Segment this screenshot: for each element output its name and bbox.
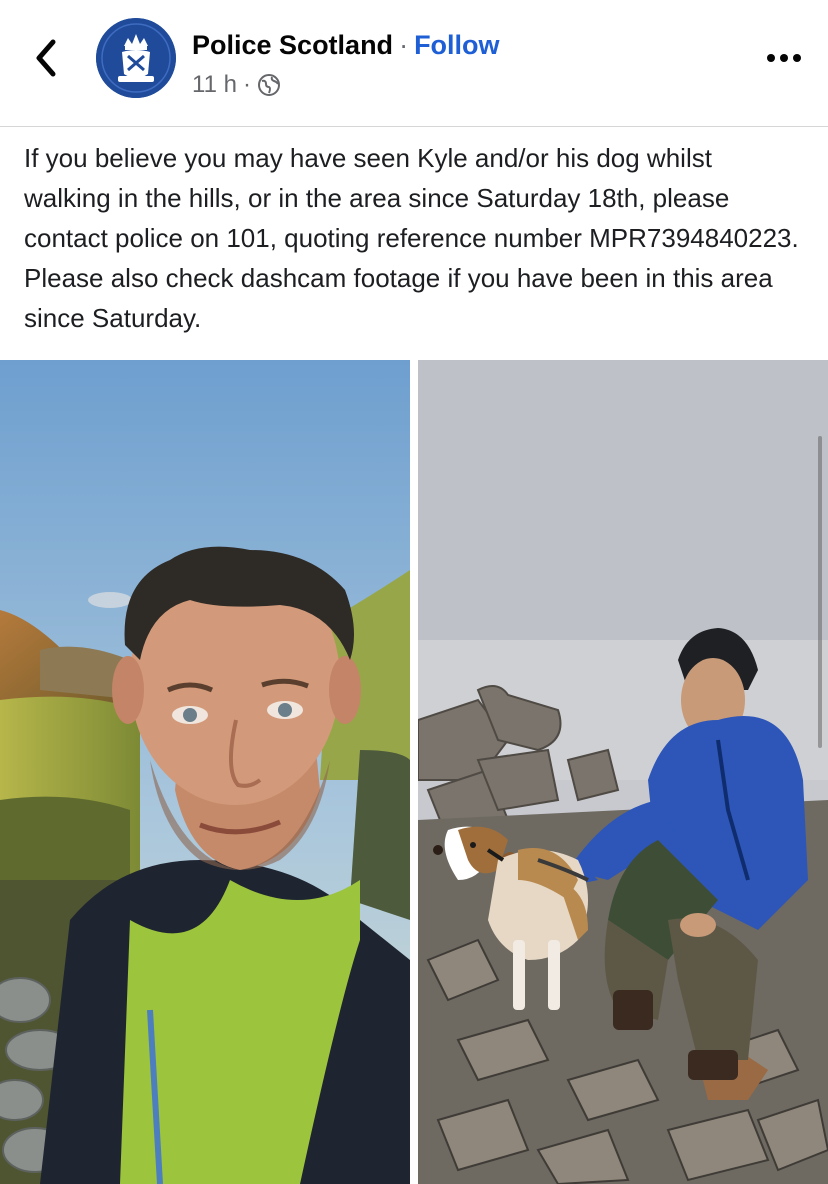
dog-photo [418,360,828,1184]
page-name[interactable]: Police Scotland [192,30,393,60]
police-scotland-crest-icon [96,18,176,98]
follow-button[interactable]: Follow [414,30,499,60]
post-header: Police Scotland · Follow 11 h · [0,0,828,127]
chevron-left-icon [36,39,56,77]
title-separator: · [399,30,409,60]
scrollbar[interactable] [818,436,822,748]
avatar[interactable] [96,18,176,98]
photo-left[interactable] [0,360,410,1184]
photo-right[interactable] [418,360,828,1184]
meta-separator: · [242,71,251,98]
post-text: If you believe you may have seen Kyle an… [24,143,799,333]
back-button[interactable] [24,30,68,86]
post-meta: 11 h · [192,70,281,100]
more-horizontal-icon [767,54,801,62]
title-line: Police Scotland · Follow [192,28,500,62]
globe-icon [257,74,280,96]
selfie-photo [0,360,410,1184]
post-timestamp[interactable]: 11 h [192,70,237,100]
more-options-button[interactable] [764,40,804,76]
